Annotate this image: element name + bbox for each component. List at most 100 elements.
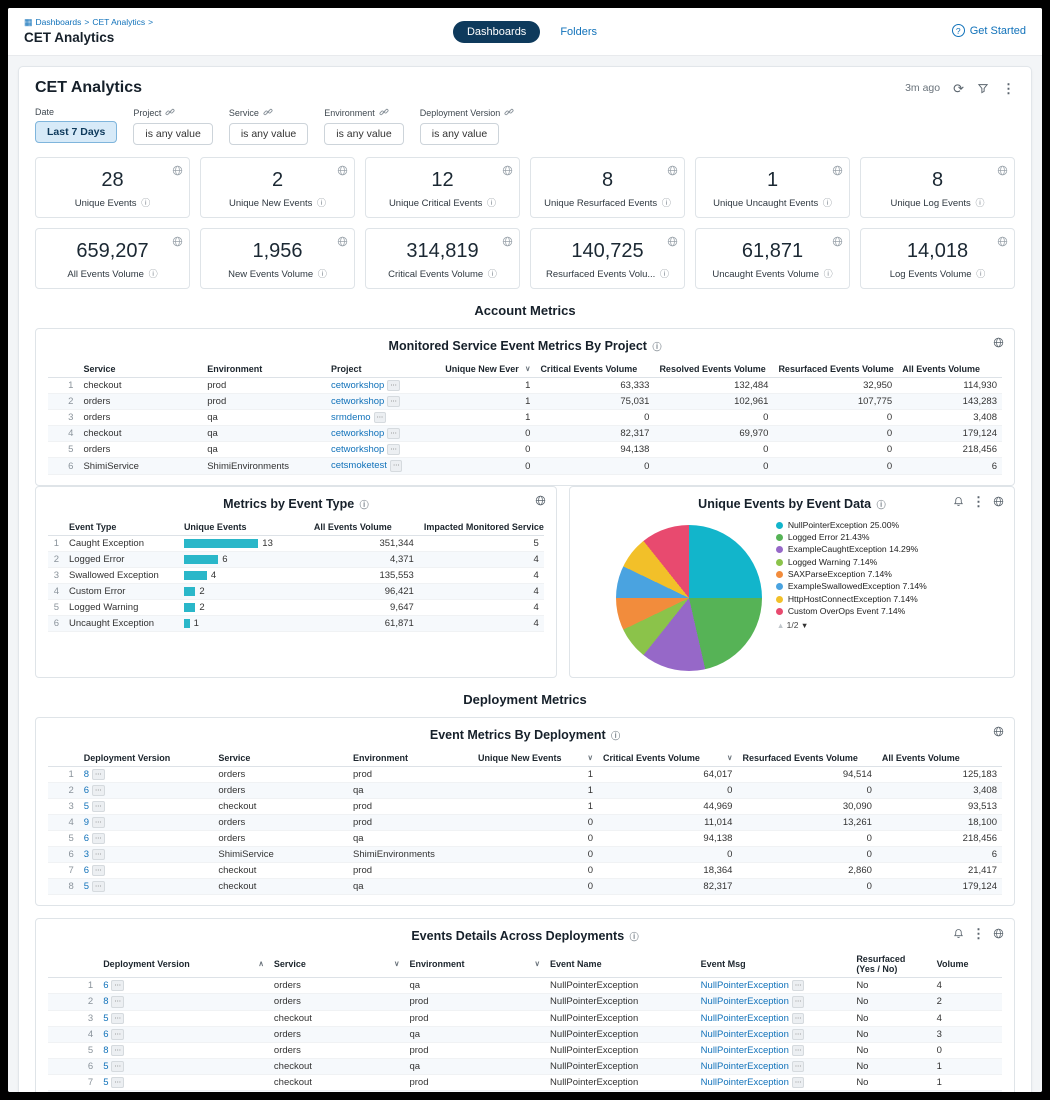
page-up-icon[interactable]: ▲ bbox=[777, 621, 784, 630]
globe-icon[interactable] bbox=[997, 234, 1008, 252]
globe-icon[interactable] bbox=[172, 234, 183, 252]
column-header-impacted-monitored-services[interactable]: Impacted Monitored Services bbox=[419, 519, 544, 536]
column-header-unique-new-ever[interactable]: ∨Unique New Ever bbox=[440, 361, 535, 378]
filter-value[interactable]: is any value bbox=[133, 123, 212, 145]
column-header-unique-events[interactable]: Unique Events bbox=[179, 519, 309, 536]
more-badge[interactable]: ⋯ bbox=[792, 1061, 805, 1072]
cell-link[interactable]: 5 bbox=[84, 801, 89, 812]
column-header-project[interactable]: Project bbox=[326, 361, 440, 378]
globe-icon[interactable] bbox=[993, 726, 1004, 737]
filter-value[interactable]: is any value bbox=[420, 123, 499, 145]
more-badge[interactable]: ⋯ bbox=[111, 1045, 124, 1056]
column-header-critical-events-volume[interactable]: ∨Critical Events Volume bbox=[598, 750, 737, 767]
filter-value[interactable]: is any value bbox=[229, 123, 308, 145]
globe-icon[interactable] bbox=[832, 163, 843, 181]
cell-link[interactable]: 8 bbox=[84, 769, 89, 780]
cell-link[interactable]: cetworkshop bbox=[331, 428, 384, 439]
cell-link[interactable]: cetworkshop bbox=[331, 380, 384, 391]
pie-pagination[interactable]: ▲ 1/2 ▼ bbox=[776, 620, 934, 630]
filter-value[interactable]: Last 7 Days bbox=[35, 121, 117, 143]
legend-item-logged-warning[interactable]: Logged Warning 7.14% bbox=[776, 558, 934, 568]
pie-chart[interactable] bbox=[616, 525, 762, 671]
column-header-resurfaced-events-volume[interactable]: Resurfaced Events Volume bbox=[773, 361, 897, 378]
column-header-service[interactable]: ∨Service bbox=[269, 951, 405, 978]
cell-link[interactable]: NullPointerException bbox=[701, 1013, 789, 1024]
more-badge[interactable]: ⋯ bbox=[92, 769, 105, 780]
globe-icon[interactable] bbox=[502, 234, 513, 252]
sort-icon[interactable]: ∨ bbox=[525, 364, 531, 373]
column-header-environment[interactable]: Environment bbox=[348, 750, 473, 767]
more-badge[interactable]: ⋯ bbox=[111, 1029, 124, 1040]
cell-link[interactable]: cetworkshop bbox=[331, 396, 384, 407]
cell-link[interactable]: 5 bbox=[103, 1013, 108, 1024]
kebab-icon[interactable]: ⋮ bbox=[972, 927, 985, 940]
more-badge[interactable]: ⋯ bbox=[92, 817, 105, 828]
more-badge[interactable]: ⋯ bbox=[111, 1077, 124, 1088]
more-badge[interactable]: ⋯ bbox=[387, 428, 400, 439]
page-down-icon[interactable]: ▼ bbox=[801, 621, 808, 630]
more-badge[interactable]: ⋯ bbox=[92, 865, 105, 876]
cell-link[interactable]: NullPointerException bbox=[701, 980, 789, 991]
globe-icon[interactable] bbox=[502, 163, 513, 181]
more-badge[interactable]: ⋯ bbox=[92, 785, 105, 796]
cell-link[interactable]: 9 bbox=[84, 817, 89, 828]
legend-item-logged-error[interactable]: Logged Error 21.43% bbox=[776, 533, 934, 543]
cell-link[interactable]: NullPointerException bbox=[701, 1045, 789, 1056]
cell-link[interactable]: 5 bbox=[103, 1077, 108, 1088]
column-header-all-events-volume[interactable]: All Events Volume bbox=[897, 361, 1002, 378]
column-header-deployment-version[interactable]: Deployment Version bbox=[79, 750, 214, 767]
column-header-environment[interactable]: ∨Environment bbox=[404, 951, 545, 978]
column-header-deployment-version[interactable]: ∧Deployment Version bbox=[98, 951, 269, 978]
globe-icon[interactable] bbox=[667, 234, 678, 252]
more-badge[interactable]: ⋯ bbox=[792, 996, 805, 1007]
legend-item-custom-overops-event[interactable]: Custom OverOps Event 7.14% bbox=[776, 607, 934, 617]
column-header-all-events-volume[interactable]: All Events Volume bbox=[877, 750, 1002, 767]
more-badge[interactable]: ⋯ bbox=[792, 1077, 805, 1088]
cell-link[interactable]: 5 bbox=[84, 881, 89, 892]
column-header-resolved-events-volume[interactable]: Resolved Events Volume bbox=[654, 361, 773, 378]
globe-icon[interactable] bbox=[337, 163, 348, 181]
sort-icon[interactable]: ∨ bbox=[394, 959, 400, 968]
more-badge[interactable]: ⋯ bbox=[111, 1013, 124, 1024]
globe-icon[interactable] bbox=[832, 234, 843, 252]
cell-link[interactable]: 6 bbox=[103, 1029, 108, 1040]
kebab-icon[interactable]: ⋮ bbox=[1002, 82, 1015, 95]
more-badge[interactable]: ⋯ bbox=[92, 881, 105, 892]
refresh-icon[interactable]: ⟳ bbox=[953, 82, 964, 95]
column-header-resurfaced-yes-no[interactable]: Resurfaced(Yes / No) bbox=[851, 951, 931, 978]
globe-icon[interactable] bbox=[993, 496, 1004, 507]
globe-icon[interactable] bbox=[993, 337, 1004, 348]
cell-link[interactable]: 6 bbox=[103, 980, 108, 991]
cell-link[interactable]: NullPointerException bbox=[701, 1029, 789, 1040]
column-header-volume[interactable]: Volume bbox=[932, 951, 1002, 978]
globe-icon[interactable] bbox=[667, 163, 678, 181]
more-badge[interactable]: ⋯ bbox=[387, 396, 400, 407]
cell-link[interactable]: 6 bbox=[84, 833, 89, 844]
globe-icon[interactable] bbox=[172, 163, 183, 181]
cell-link[interactable]: cetworkshop bbox=[331, 444, 384, 455]
legend-item-saxparseexception[interactable]: SAXParseException 7.14% bbox=[776, 570, 934, 580]
more-badge[interactable]: ⋯ bbox=[390, 460, 403, 471]
filter-value[interactable]: is any value bbox=[324, 123, 403, 145]
legend-item-httphostconnectexception[interactable]: HttpHostConnectException 7.14% bbox=[776, 595, 934, 605]
globe-icon[interactable] bbox=[997, 163, 1008, 181]
cell-link[interactable]: NullPointerException bbox=[701, 1077, 789, 1088]
more-badge[interactable]: ⋯ bbox=[387, 444, 400, 455]
column-header-event-type[interactable]: Event Type bbox=[64, 519, 179, 536]
sort-icon[interactable]: ∨ bbox=[727, 753, 733, 762]
tab-folders[interactable]: Folders bbox=[560, 26, 597, 38]
more-badge[interactable]: ⋯ bbox=[92, 801, 105, 812]
cell-link[interactable]: 6 bbox=[84, 865, 89, 876]
column-header-all-events-volume[interactable]: All Events Volume bbox=[309, 519, 419, 536]
column-header-service[interactable]: Service bbox=[78, 361, 202, 378]
cell-link[interactable]: cetsmoketest bbox=[331, 460, 387, 471]
more-badge[interactable]: ⋯ bbox=[111, 996, 124, 1007]
filter-icon[interactable] bbox=[977, 82, 989, 94]
more-badge[interactable]: ⋯ bbox=[792, 1029, 805, 1040]
get-started-link[interactable]: ? Get Started bbox=[952, 24, 1026, 37]
legend-item-nullpointerexception[interactable]: NullPointerException 25.00% bbox=[776, 521, 934, 531]
cell-link[interactable]: 8 bbox=[103, 996, 108, 1007]
cell-link[interactable]: 5 bbox=[103, 1061, 108, 1072]
column-header-unique-new-events[interactable]: ∨Unique New Events bbox=[473, 750, 598, 767]
cell-link[interactable]: NullPointerException bbox=[701, 996, 789, 1007]
